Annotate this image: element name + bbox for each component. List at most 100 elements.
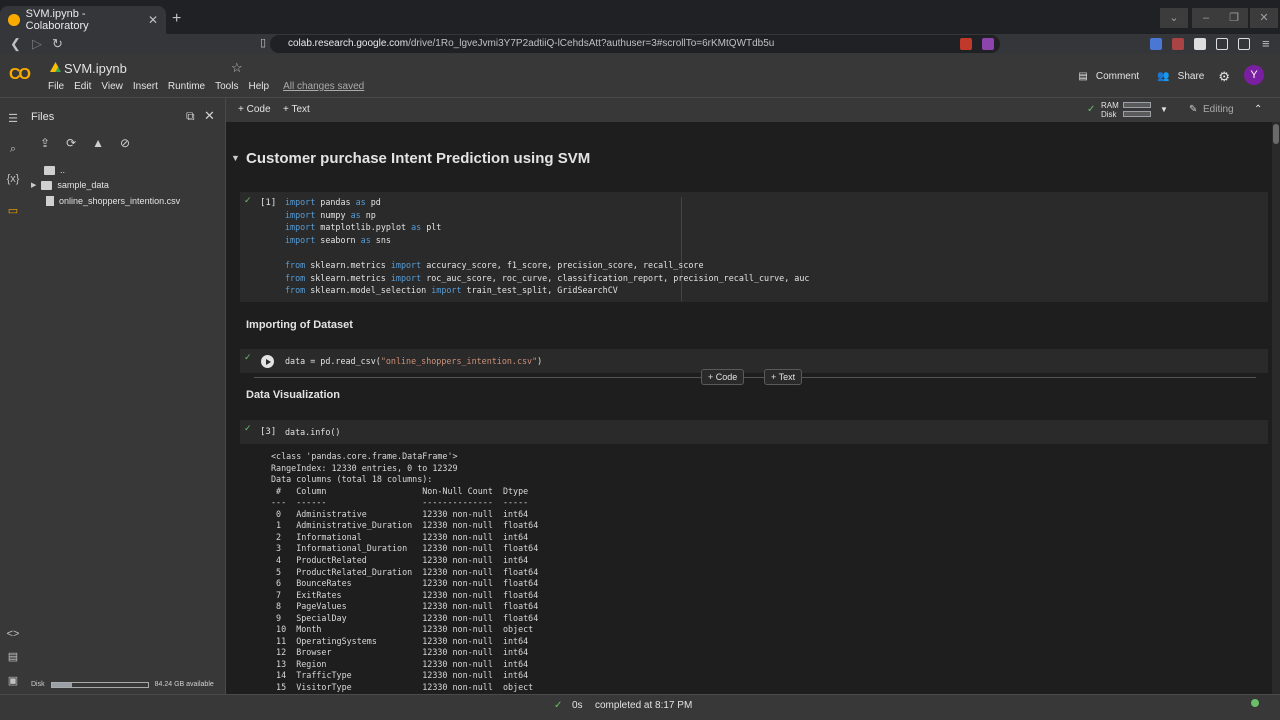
output-line: RangeIndex: 12330 entries, 0 to 12329 (271, 462, 458, 473)
menu-edit[interactable]: Edit (74, 81, 91, 92)
notebook-title[interactable]: SVM.ipynb (64, 61, 127, 76)
menu-view[interactable]: View (101, 81, 123, 92)
disk-usage-bar (50, 681, 149, 688)
tree-item-csv[interactable]: online_shoppers_intention.csv (46, 196, 180, 206)
code-line[interactable]: data = pd.read_csv("online_shoppers_inte… (285, 356, 542, 366)
open-in-tab-icon[interactable]: ⧉ (186, 109, 195, 124)
close-panel-icon[interactable]: ✕ (204, 108, 215, 124)
disk-usage: Disk 84.24 GB available (31, 681, 214, 688)
settings-gear-icon[interactable]: ⚙ (1218, 69, 1230, 85)
url-field[interactable]: colab.research.google.com/drive/1Ro_lgve… (270, 35, 1000, 53)
menu-help[interactable]: Help (248, 81, 269, 92)
output-line: 14 TrafficType 12330 non-null int64 (271, 670, 539, 681)
collapse-toolbar-icon[interactable]: ⌃ (1254, 104, 1262, 115)
cell-status-check-icon: ✓ (244, 352, 252, 362)
runtime-status-dot (1251, 699, 1259, 707)
reload-icon[interactable]: ↻ (52, 36, 63, 52)
add-code-button[interactable]: + Code (238, 104, 271, 115)
code-line[interactable]: from sklearn.metrics import roc_auc_scor… (285, 273, 809, 283)
code-line[interactable]: from sklearn.model_selection import trai… (285, 285, 618, 295)
mount-drive-icon[interactable]: ▲ (92, 136, 104, 150)
output-line: 3 Informational_Duration 12330 non-null … (271, 543, 539, 554)
url-host: colab.research.google.com (288, 38, 409, 49)
code-line[interactable]: data.info() (285, 427, 340, 437)
upload-file-icon[interactable]: ⇪ (40, 136, 50, 150)
colab-logo[interactable]: CO (9, 66, 31, 84)
terminal-icon[interactable]: ▣ (4, 674, 22, 687)
back-icon[interactable]: ❮ (10, 36, 21, 52)
expand-arrow-icon[interactable]: ▶ (31, 181, 36, 189)
variables-icon[interactable]: {x} (4, 173, 22, 185)
code-line[interactable]: import numpy as np (285, 210, 376, 220)
runtime-dropdown-icon[interactable]: ▼ (1160, 105, 1168, 114)
avatar[interactable]: Y (1244, 65, 1264, 85)
save-status[interactable]: All changes saved (283, 81, 364, 92)
file-icon (46, 196, 54, 206)
add-text-button[interactable]: + Text (283, 104, 310, 115)
forward-icon[interactable]: ▷ (32, 36, 42, 52)
output-line: 5 ProductRelated_Duration 12330 non-null… (271, 566, 539, 577)
tree-item-parent[interactable]: .. (44, 165, 65, 175)
tab-close-icon[interactable]: ✕ (148, 13, 158, 27)
scrollbar-track[interactable] (1272, 122, 1280, 694)
extension-badge-icon[interactable] (1172, 38, 1184, 50)
browser-menu-icon[interactable]: ≡ (1262, 36, 1270, 51)
tree-item-label: sample_data (57, 180, 109, 190)
output-line: 0 Administrative 12330 non-null int64 (271, 508, 539, 519)
toggle-hidden-files-icon[interactable]: ⊘ (120, 136, 130, 150)
run-cell-button[interactable] (261, 355, 274, 368)
insert-text-button[interactable]: + Text (764, 369, 803, 385)
menu-file[interactable]: File (48, 81, 64, 92)
sidebar-icon[interactable] (1216, 38, 1228, 50)
refresh-folder-icon[interactable]: ⟳ (66, 136, 76, 150)
files-folder-icon[interactable]: ▭ (4, 204, 22, 217)
tree-item-sample-data[interactable]: ▶ sample_data (31, 180, 109, 190)
wallet-icon[interactable] (1238, 38, 1250, 50)
translate-icon[interactable] (1150, 38, 1162, 50)
extensions-puzzle-icon[interactable] (1194, 38, 1206, 50)
folder-icon (44, 165, 55, 175)
maximize-icon[interactable]: ❐ (1220, 8, 1248, 28)
cell-prompt: [1] (260, 198, 277, 208)
status-completed[interactable]: completed at 8:17 PM (595, 700, 692, 711)
star-icon[interactable]: ☆ (231, 60, 243, 76)
editing-mode[interactable]: Editing (1203, 104, 1234, 115)
brave-shield-icon[interactable] (960, 38, 972, 50)
cell-prompt: [3] (260, 427, 277, 437)
minimize-icon[interactable]: – (1192, 8, 1220, 28)
tab-search-icon[interactable]: ⌄ (1160, 8, 1188, 28)
code-cell-3[interactable]: ✓ [3] data.info() (240, 420, 1268, 444)
bookmark-icon[interactable]: ▯ (260, 36, 266, 49)
code-line[interactable]: import pandas as pd (285, 197, 381, 207)
disk-available: 84.24 GB available (154, 681, 214, 688)
cell-status-check-icon: ✓ (244, 195, 252, 205)
table-of-contents-icon[interactable]: ☰ (4, 112, 22, 125)
scrollbar-thumb[interactable] (1273, 124, 1279, 144)
menu-insert[interactable]: Insert (133, 81, 158, 92)
share-icon: 👥 (1157, 71, 1170, 82)
ram-disk-indicator[interactable]: RAM Disk (1101, 101, 1151, 119)
section-visualization: Data Visualization (246, 389, 340, 401)
code-line[interactable]: import seaborn as sns (285, 235, 391, 245)
window-close-icon[interactable]: ✕ (1250, 8, 1278, 28)
code-cell-2[interactable]: ✓ data = pd.read_csv("online_shoppers_in… (240, 349, 1268, 373)
section-collapse-icon[interactable]: ▼ (231, 153, 240, 163)
code-cell-1[interactable]: ✓ [1] import pandas as pd import numpy as… (240, 192, 1268, 302)
comment-button[interactable]: Comment (1096, 71, 1139, 82)
search-icon[interactable]: ⌕ (4, 143, 22, 156)
insert-code-button[interactable]: + Code (701, 369, 745, 385)
share-button[interactable]: Share (1178, 71, 1205, 82)
files-actions: ⇪ ⟳ ▲ ⊘ (40, 136, 130, 150)
code-snippets-icon[interactable]: <> (4, 628, 22, 640)
menu-runtime[interactable]: Runtime (168, 81, 205, 92)
output-line: # Column Non-Null Count Dtype (271, 485, 539, 496)
extension-icon[interactable] (982, 38, 994, 50)
menu-tools[interactable]: Tools (215, 81, 238, 92)
address-bar: ❮ ▷ ↻ ▯ colab.research.google.com/drive/… (0, 34, 1280, 54)
code-line[interactable]: import matplotlib.pyplot as plt (285, 222, 441, 232)
code-line[interactable]: from sklearn.metrics import accuracy_sco… (285, 260, 704, 270)
browser-tab-bar: SVM.ipynb - Colaboratory ✕ + ⌄ – ❐ ✕ (0, 0, 1280, 34)
command-palette-icon[interactable]: ▤ (4, 650, 22, 663)
new-tab-button[interactable]: + (172, 10, 181, 28)
browser-tab[interactable]: SVM.ipynb - Colaboratory ✕ (0, 6, 166, 34)
